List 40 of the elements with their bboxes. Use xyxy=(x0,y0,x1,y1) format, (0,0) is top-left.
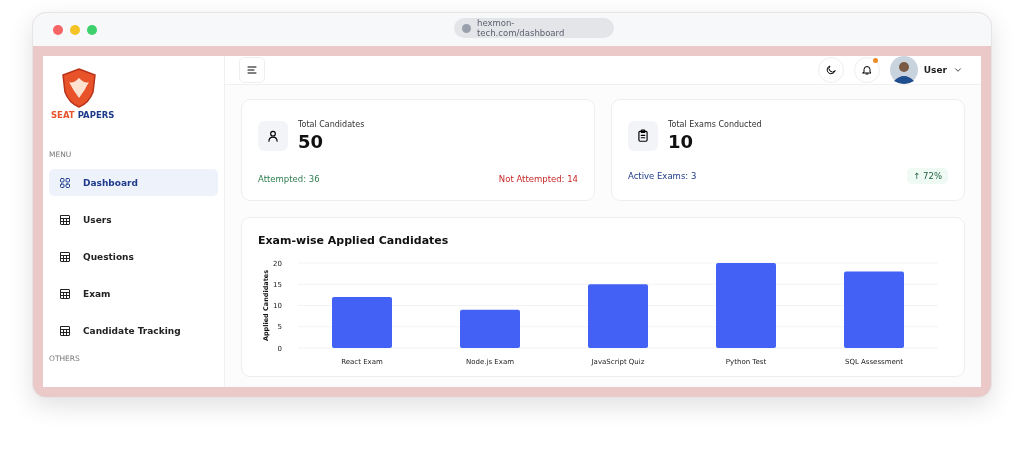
bar xyxy=(460,309,520,348)
bar xyxy=(588,284,648,348)
site-icon xyxy=(462,23,471,33)
logo-text: SEAT PAPERS xyxy=(51,110,115,120)
user-menu[interactable]: User xyxy=(889,56,963,84)
stat-detail: Active Exams: 3 xyxy=(628,171,697,181)
moon-icon xyxy=(824,64,837,76)
sidebar-item[interactable]: Users xyxy=(49,206,218,233)
avatar xyxy=(889,56,918,84)
stat-title: Total Candidates xyxy=(298,120,365,129)
sidebar-item[interactable]: Questions xyxy=(49,243,218,270)
menu-icon xyxy=(246,64,258,76)
bell-icon xyxy=(860,64,873,76)
notification-button[interactable] xyxy=(853,57,880,83)
shield-logo-icon xyxy=(61,68,97,108)
maximize-dot[interactable] xyxy=(87,24,97,35)
table-icon xyxy=(59,250,71,263)
clipboard-icon xyxy=(636,129,650,143)
address-bar[interactable]: hexmon-tech.com/dashboard xyxy=(454,18,614,38)
stat-title: Total Exams Conducted xyxy=(668,120,762,129)
sidebar-item[interactable]: Dashboard xyxy=(49,169,218,196)
menu-button[interactable] xyxy=(239,57,265,83)
chevron-down-icon xyxy=(953,65,963,75)
chart-title: Exam-wise Applied Candidates xyxy=(258,234,450,247)
minimize-dot[interactable] xyxy=(70,24,80,35)
trend-badge: ↑ 72% xyxy=(907,168,948,184)
bar xyxy=(332,297,392,348)
table-icon xyxy=(59,324,71,337)
stat-value: 50 xyxy=(298,131,325,152)
grid-icon xyxy=(59,176,71,189)
sidebar-item[interactable]: Candidate Tracking xyxy=(49,317,218,344)
user-icon xyxy=(266,129,280,143)
stat-detail: Attempted: 36 xyxy=(258,174,320,184)
close-dot[interactable] xyxy=(53,24,63,35)
stat-value: 10 xyxy=(668,131,695,152)
table-icon xyxy=(59,213,71,226)
sidebar-item[interactable]: Exam xyxy=(49,280,218,307)
theme-toggle-button[interactable] xyxy=(817,57,844,83)
table-icon xyxy=(59,287,71,300)
stat-detail: Not Attempted: 14 xyxy=(498,174,578,184)
